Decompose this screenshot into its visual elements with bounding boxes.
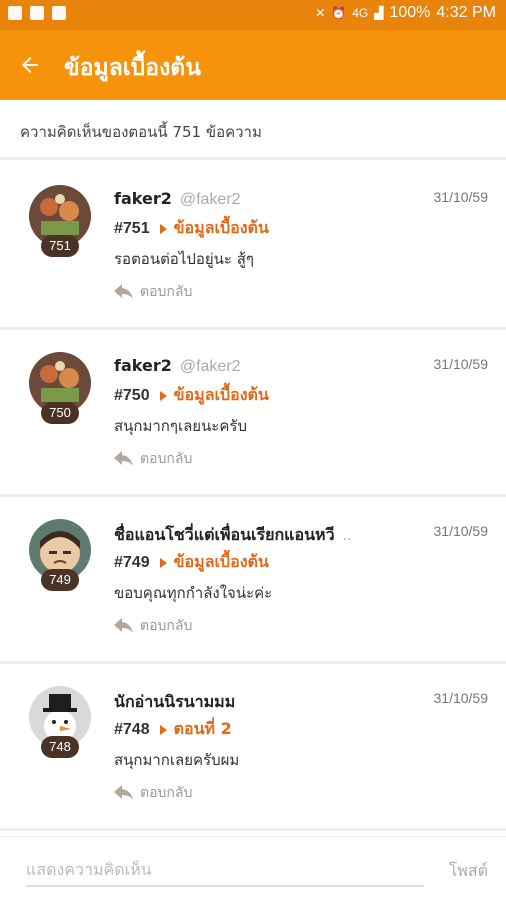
comment-number-badge: 751: [41, 235, 79, 257]
author-handle: ..: [342, 527, 352, 544]
reply-button[interactable]: ตอบกลับ: [114, 782, 192, 804]
episode-link[interactable]: ข้อมูลเบื้องต้น: [174, 216, 269, 241]
comment-item: 749 ชื่อแอนโชวี่แต่เพื่อนเรียกแอนหวี.. 3…: [0, 497, 506, 664]
post-button[interactable]: โพสต์: [449, 859, 488, 884]
reply-button[interactable]: ตอบกลับ: [114, 448, 192, 470]
reply-label: ตอบกลับ: [140, 785, 193, 801]
author-name[interactable]: ชื่อแอนโชวี่แต่เพื่อนเรียกแอนหวี: [114, 525, 335, 544]
reply-label: ตอบกลับ: [140, 451, 193, 467]
app-notification-icon: [30, 6, 44, 20]
status-bar: ✕ ⏰ 4G ▟ 100% 4:32 PM: [0, 0, 506, 30]
back-button[interactable]: [8, 45, 52, 85]
comment-item: 748 นักอ่านนิรนามมม 31/10/59 #748 ตอนที่…: [0, 664, 506, 831]
alarm-icon: ⏰: [331, 6, 347, 20]
notification-icons: [8, 6, 66, 20]
reply-icon: [114, 618, 133, 633]
author-line: faker2 @faker2: [114, 356, 414, 376]
comment-text: รอตอนต่อไปอยู่นะ สู้ๆ: [114, 250, 254, 268]
image-icon: [52, 6, 66, 20]
comment-reference: #750 ข้อมูลเบื้องต้น: [114, 383, 269, 408]
comment-date: 31/10/59: [433, 189, 489, 205]
author-name[interactable]: faker2: [114, 189, 172, 208]
comment-reference: #749 ข้อมูลเบื้องต้น: [114, 550, 269, 575]
network-type: 4G: [352, 6, 369, 20]
comment-list: 751 faker2 @faker2 31/10/59 #751 ข้อมูลเบ…: [0, 163, 506, 831]
comment-item: 751 faker2 @faker2 31/10/59 #751 ข้อมูลเบ…: [0, 163, 506, 330]
comment-number: #750: [114, 386, 150, 404]
comment-count: ความคิดเห็นของตอนนี้ 751 ข้อความ: [20, 123, 262, 141]
comment-text: ขอบคุณทุกกำลังใจน่ะค่ะ: [114, 584, 273, 602]
comment-date: 31/10/59: [433, 523, 489, 539]
clock: 4:32 PM: [436, 4, 496, 21]
author-name[interactable]: faker2: [114, 356, 172, 375]
comment-number: #748: [114, 720, 150, 738]
reply-icon: [114, 284, 133, 299]
author-line: ชื่อแอนโชวี่แต่เพื่อนเรียกแอนหวี..: [114, 523, 414, 548]
comment-number: #749: [114, 553, 150, 571]
comment-date: 31/10/59: [433, 356, 489, 372]
play-arrow-icon: [159, 557, 167, 568]
battery-level: 100%: [389, 4, 431, 21]
comment-input-bar: โพสต์: [0, 836, 506, 900]
reply-label: ตอบกลับ: [140, 618, 193, 634]
comment-number: #751: [114, 219, 150, 237]
app-bar: ข้อมูลเบื้องต้น: [0, 30, 506, 100]
author-line: faker2 @faker2: [114, 189, 414, 209]
back-arrow-icon: [22, 57, 38, 73]
comment-text: สนุกมากเลยครับผม: [114, 751, 240, 769]
comment-date: 31/10/59: [433, 690, 489, 706]
play-arrow-icon: [159, 724, 167, 735]
mute-icon: ✕: [315, 6, 326, 20]
comment-number-badge: 750: [41, 402, 79, 424]
episode-link[interactable]: ตอนที่ 2: [174, 717, 232, 742]
comment-reference: #748 ตอนที่ 2: [114, 717, 232, 742]
comment-reference: #751 ข้อมูลเบื้องต้น: [114, 216, 269, 241]
reply-icon: [114, 785, 133, 800]
comment-item: 750 faker2 @faker2 31/10/59 #750 ข้อมูลเบ…: [0, 330, 506, 497]
status-indicators: ✕ ⏰ 4G ▟ 100% 4:32 PM: [315, 4, 496, 22]
reply-button[interactable]: ตอบกลับ: [114, 281, 192, 303]
comment-text: สนุกมากๆเลยนะครับ: [114, 417, 247, 435]
reply-icon: [114, 451, 133, 466]
comment-number-badge: 749: [41, 569, 79, 591]
episode-link[interactable]: ข้อมูลเบื้องต้น: [174, 550, 269, 575]
play-arrow-icon: [159, 223, 167, 234]
episode-link[interactable]: ข้อมูลเบื้องต้น: [174, 383, 269, 408]
signal-icon: ▟: [374, 6, 384, 20]
author-handle: @faker2: [179, 358, 241, 375]
author-handle: @faker2: [179, 191, 241, 208]
author-line: นักอ่านนิรนามมม: [114, 690, 414, 715]
facebook-icon: [8, 6, 22, 20]
reply-button[interactable]: ตอบกลับ: [114, 615, 192, 637]
page-title: ข้อมูลเบื้องต้น: [64, 55, 201, 81]
comment-input[interactable]: [26, 853, 424, 887]
comment-count-bar: ความคิดเห็นของตอนนี้ 751 ข้อความ: [0, 100, 506, 160]
play-arrow-icon: [159, 390, 167, 401]
reply-label: ตอบกลับ: [140, 284, 193, 300]
author-name[interactable]: นักอ่านนิรนามมม: [114, 692, 235, 711]
comment-number-badge: 748: [41, 736, 79, 758]
